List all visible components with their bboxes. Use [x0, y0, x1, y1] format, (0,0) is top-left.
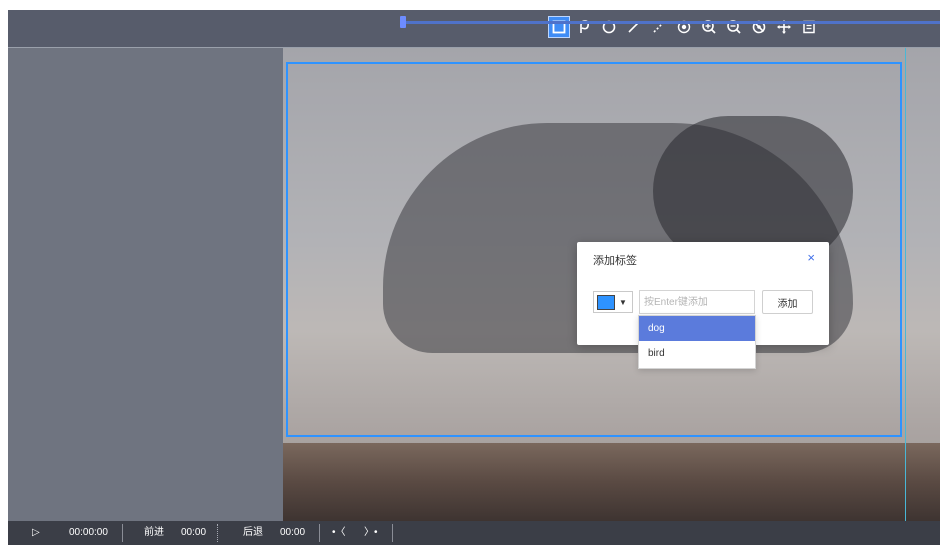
zoom-out-tool[interactable] — [723, 16, 745, 38]
photo-ground — [283, 443, 940, 521]
back-button[interactable]: 后退 — [243, 521, 263, 545]
next-frame-button[interactable]: 〉• — [364, 521, 378, 545]
dashed-line-tool[interactable] — [648, 16, 670, 38]
label-input[interactable] — [639, 290, 755, 314]
left-panel — [8, 48, 283, 521]
fit-tool[interactable] — [798, 16, 820, 38]
hide-tool[interactable] — [748, 16, 770, 38]
timeline-track[interactable] — [400, 21, 940, 24]
forward-time: 00:00 — [181, 527, 207, 538]
timeline-handle[interactable] — [400, 16, 406, 28]
add-button[interactable]: 添加 — [762, 290, 813, 314]
point-tool[interactable] — [673, 16, 695, 38]
color-swatch — [597, 294, 615, 310]
top-toolbar — [8, 10, 940, 48]
annotation-app: 添加标签 × ▼ 添加 dog bird ▷ 00:00:00 前进 00:00… — [8, 10, 940, 545]
caret-down-icon: ▼ — [619, 297, 627, 307]
color-picker[interactable]: ▼ — [593, 291, 633, 313]
prev-frame-button[interactable]: •〈 — [332, 521, 346, 545]
playback-bar: ▷ 00:00:00 前进 00:00 后退 00:00 •〈 〉• — [8, 521, 940, 545]
play-icon[interactable]: ▷ — [32, 521, 40, 545]
forward-button[interactable]: 前进 — [144, 521, 164, 545]
crosshair-guide — [905, 48, 906, 521]
line-tool[interactable] — [623, 16, 645, 38]
circle-tool[interactable] — [598, 16, 620, 38]
divider — [319, 524, 320, 542]
zoom-in-tool[interactable] — [698, 16, 720, 38]
divider — [122, 524, 123, 542]
move-tool[interactable] — [773, 16, 795, 38]
rectangle-tool[interactable] — [548, 16, 570, 38]
dialog-title: 添加标签 — [593, 255, 637, 267]
tool-group — [548, 16, 823, 40]
current-time: 00:00:00 — [69, 527, 108, 538]
divider — [392, 524, 393, 542]
back-time: 00:00 — [280, 527, 306, 538]
close-icon[interactable]: × — [807, 250, 815, 265]
suggestion-item[interactable]: dog — [639, 316, 755, 341]
label-suggestions: dog bird — [638, 315, 756, 369]
suggestion-item[interactable]: bird — [639, 341, 755, 366]
lasso-tool[interactable] — [573, 16, 595, 38]
divider — [217, 524, 219, 542]
